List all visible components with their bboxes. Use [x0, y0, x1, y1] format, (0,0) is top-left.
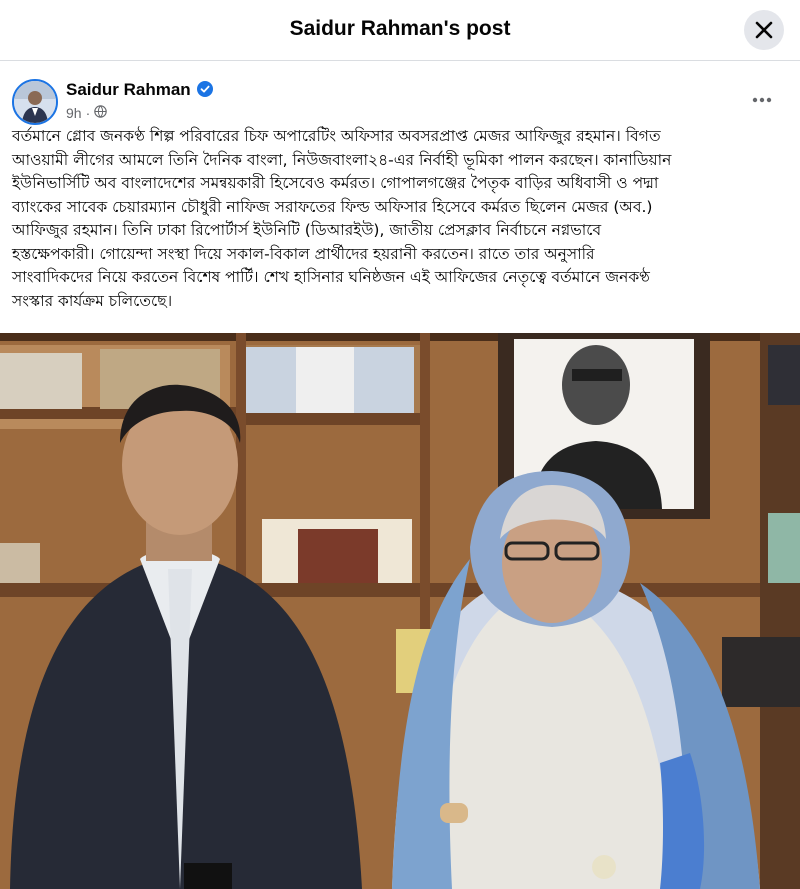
dialog-title: Saidur Rahman's post — [289, 17, 511, 40]
post-photo[interactable] — [0, 333, 800, 889]
meta-separator: · — [85, 105, 91, 121]
post-text-line: হস্তক্ষেপকারী। গোয়েন্দা সংস্থা দিয়ে সক… — [12, 244, 595, 263]
more-options-button[interactable] — [744, 82, 780, 118]
post-text-line: আওয়ামী লীগের আমলে তিনি দৈনিক বাংলা, নিউ… — [12, 150, 672, 169]
post-text-line: আফিজুর রহমান। তিনি ঢাকা রিপোর্টার্স ইউনি… — [12, 221, 602, 239]
globe-icon[interactable] — [94, 105, 108, 121]
close-icon — [755, 21, 773, 39]
dialog-header: Saidur Rahman's post — [0, 0, 800, 61]
author-name[interactable]: Saidur Rahman — [66, 80, 213, 102]
post-text: বর্তমানে গ্লোব জনকণ্ঠ শিল্প পরিবারের চিফ… — [12, 125, 792, 313]
post-meta: 9h · — [66, 105, 108, 121]
more-horizontal-icon — [752, 97, 772, 103]
close-button[interactable] — [744, 10, 784, 50]
post-text-line: বর্তমানে গ্লোব জনকণ্ঠ শিল্প পরিবারের চিফ… — [12, 127, 661, 145]
post-time[interactable]: 9h — [66, 105, 82, 121]
post-text-line: ইউনিভার্সিটি অব বাংলাদেশের সমন্বয়কারী হ… — [12, 174, 659, 192]
post-text-line: সাংবাদিকদের নিয়ে করতেন বিশেষ পার্টি। শে… — [12, 268, 650, 286]
avatar[interactable] — [12, 79, 58, 125]
post-header: Saidur Rahman 9h · — [12, 76, 788, 126]
post-text-line: সংস্কার কার্যক্রম চলিতেছে। — [12, 291, 173, 310]
verified-badge-icon — [196, 81, 213, 102]
post-text-line: ব্যাংকের সাবেক চেয়ারম্যান চৌধুরী নাফিজ … — [12, 197, 653, 216]
author-name-text[interactable]: Saidur Rahman — [66, 80, 191, 99]
